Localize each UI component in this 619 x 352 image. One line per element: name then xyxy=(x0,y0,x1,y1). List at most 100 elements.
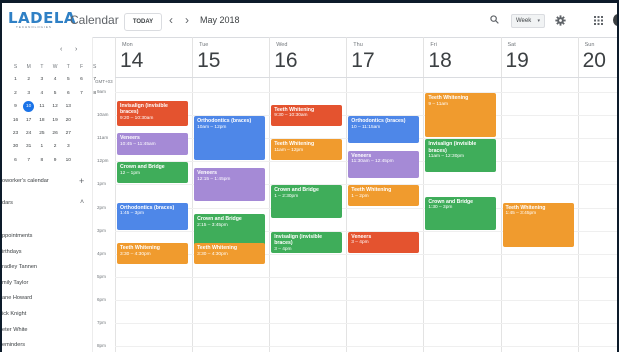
calendar-list-item[interactable]: eminders xyxy=(2,342,25,348)
mini-day[interactable]: 9 xyxy=(10,101,21,112)
day-header[interactable]: Thu 17 xyxy=(346,37,423,77)
mini-day[interactable]: 18 xyxy=(36,115,47,126)
day-header[interactable]: Mon 14 xyxy=(115,37,192,77)
today-button[interactable]: TODAY xyxy=(124,13,162,31)
calendar-event[interactable]: Teeth Whitening 3:30 – 4:30pm xyxy=(117,243,189,265)
day-header[interactable]: Wed 16 xyxy=(269,37,346,77)
calendar-event[interactable]: Orthodontics (braces) 10am – 12pm xyxy=(194,116,266,161)
event-time: 11am – 12:30pm xyxy=(428,154,465,160)
mini-day[interactable]: 30 xyxy=(10,141,21,152)
view-select[interactable]: Week ▾ xyxy=(511,14,545,28)
mini-day[interactable]: 31 xyxy=(23,141,34,152)
day-number: 18 xyxy=(428,49,452,72)
mini-day[interactable]: 26 xyxy=(50,128,61,139)
mini-day[interactable]: 16 xyxy=(10,115,21,126)
mini-day[interactable]: 10 xyxy=(23,101,35,113)
mini-day[interactable]: 3 xyxy=(63,141,74,152)
mini-day[interactable]: 10 xyxy=(63,155,74,166)
mini-day[interactable]: 5 xyxy=(63,74,74,85)
mini-day[interactable]: 27 xyxy=(63,128,74,139)
coworker-calendar-search[interactable]: oworker's calendar xyxy=(2,178,49,184)
day-name: Sat xyxy=(507,42,516,48)
mini-day[interactable]: 2 xyxy=(50,141,61,152)
mini-day[interactable]: 13 xyxy=(63,101,74,112)
calendar-list-item[interactable]: ick Knight xyxy=(2,311,26,317)
mini-prev-icon[interactable]: ‹ xyxy=(60,46,62,53)
calendar-event[interactable]: Teeth Whitening 1 – 2pm xyxy=(348,185,420,207)
mini-day[interactable]: 6 xyxy=(10,155,21,166)
calendar-list-item[interactable]: irthdays xyxy=(2,249,22,255)
mini-day[interactable]: 6 xyxy=(63,88,74,99)
mini-day[interactable]: 24 xyxy=(23,128,34,139)
calendar-list-item[interactable]: radley Tannen xyxy=(2,264,37,270)
calendar-event[interactable]: Teeth Whitening 9 – 11am xyxy=(425,93,497,138)
mini-day[interactable]: 20 xyxy=(63,115,74,126)
mini-day[interactable]: 17 xyxy=(23,115,34,126)
mini-day[interactable]: 2 xyxy=(10,88,21,99)
view-select-label: Week xyxy=(516,18,532,24)
calendar-event[interactable]: Invisalign (invisible braces) 3 – 4pm xyxy=(271,231,343,253)
mini-day[interactable]: 2 xyxy=(23,74,34,85)
hour-gridline xyxy=(115,253,617,255)
mini-day[interactable]: 7 xyxy=(76,88,87,99)
calendar-list-item[interactable]: eter White xyxy=(2,327,28,333)
gear-icon[interactable] xyxy=(555,15,566,26)
calendar-event[interactable]: Orthodontics (braces) 1:45 – 3pm xyxy=(117,202,189,230)
mini-day[interactable]: 3 xyxy=(23,88,34,99)
month-label: May 2018 xyxy=(200,15,240,25)
calendar-event[interactable]: Orthodontics (braces) 10 – 11:15am xyxy=(348,116,420,143)
mini-day[interactable]: 1 xyxy=(10,74,21,85)
calendar-event[interactable]: Teeth Whitening 3:30 – 4:30pm xyxy=(194,243,266,265)
day-header[interactable]: Tue 15 xyxy=(192,37,269,77)
mini-day[interactable]: 8 xyxy=(36,155,47,166)
day-column-divider xyxy=(423,37,425,352)
calendar-event[interactable]: Teeth Whitening 1:45 – 3:45pm xyxy=(502,202,574,247)
calendar-event[interactable]: Invisalign (invisible braces) 9:20 – 10:3… xyxy=(117,100,189,126)
calendar-list-item[interactable]: ane Howard xyxy=(2,295,32,301)
hour-label: 8pm xyxy=(97,343,106,349)
mini-day[interactable]: 25 xyxy=(36,128,47,139)
calendar-event[interactable]: Veneers 3 – 4pm xyxy=(348,231,420,253)
prev-week-icon[interactable]: ‹ xyxy=(169,13,173,27)
collapse-icon[interactable]: ˄ xyxy=(80,199,84,206)
mini-day[interactable]: 9 xyxy=(50,155,61,166)
mini-day[interactable]: 6 xyxy=(76,74,87,85)
calendar-event[interactable]: Veneers 11:30am – 12:45pm xyxy=(348,150,420,178)
mini-day[interactable]: 4 xyxy=(36,88,47,99)
calendar-event[interactable]: Veneers 10:45 – 11:45am xyxy=(117,133,189,155)
calendar-event[interactable]: Teeth Whitening 9:30 – 10:30am xyxy=(271,104,343,126)
account-avatar[interactable] xyxy=(613,14,617,26)
mini-day[interactable]: 4 xyxy=(50,74,61,85)
calendar-event[interactable]: Crown and Bridge 1 – 2:30pm xyxy=(271,185,343,219)
mini-day[interactable]: 3 xyxy=(36,74,47,85)
calendar-list-item[interactable]: mily Taylor xyxy=(2,280,28,286)
calendar-event[interactable]: Crown and Bridge 12 – 1pm xyxy=(117,162,189,184)
calendar-event[interactable]: Invisalign (invisible braces) 11am – 12:3… xyxy=(425,139,497,172)
mini-day[interactable]: 5 xyxy=(50,88,61,99)
calendar-event[interactable]: Crown and Bridge 1:30 – 3pm xyxy=(425,196,497,230)
mini-day[interactable]: 1 xyxy=(36,141,47,152)
calendar-event[interactable]: Teeth Whitening 11am – 12pm xyxy=(271,139,343,161)
search-icon[interactable] xyxy=(490,15,499,24)
add-icon[interactable]: + xyxy=(79,176,84,186)
timezone-label: GMT+03 xyxy=(95,79,113,84)
day-header[interactable]: Sat 19 xyxy=(501,37,578,77)
mini-next-icon[interactable]: › xyxy=(75,46,77,53)
event-time: 1 – 2pm xyxy=(351,193,369,199)
mini-day[interactable]: 12 xyxy=(50,101,61,112)
day-header[interactable]: Sun 20 xyxy=(578,37,617,77)
day-header[interactable]: Fri 18 xyxy=(423,37,500,77)
event-title: Invisalign (invisible braces) xyxy=(120,102,168,116)
mini-day[interactable]: 19 xyxy=(50,115,61,126)
mini-day[interactable]: 11 xyxy=(36,101,47,112)
next-week-icon[interactable]: › xyxy=(185,13,189,27)
hour-gridline xyxy=(115,276,617,278)
mini-day[interactable]: 23 xyxy=(10,128,21,139)
apps-grid-icon[interactable] xyxy=(594,16,603,25)
day-number: 16 xyxy=(274,49,298,72)
calendar-event[interactable]: Veneers 12:15 – 1:45pm xyxy=(194,168,266,201)
day-number: 20 xyxy=(582,49,606,72)
calendar-list-item[interactable]: ppointments xyxy=(2,233,32,239)
mini-day[interactable]: 7 xyxy=(23,155,34,166)
calendar-event[interactable]: Crown and Bridge 2:15 – 3:45pm xyxy=(194,214,266,247)
